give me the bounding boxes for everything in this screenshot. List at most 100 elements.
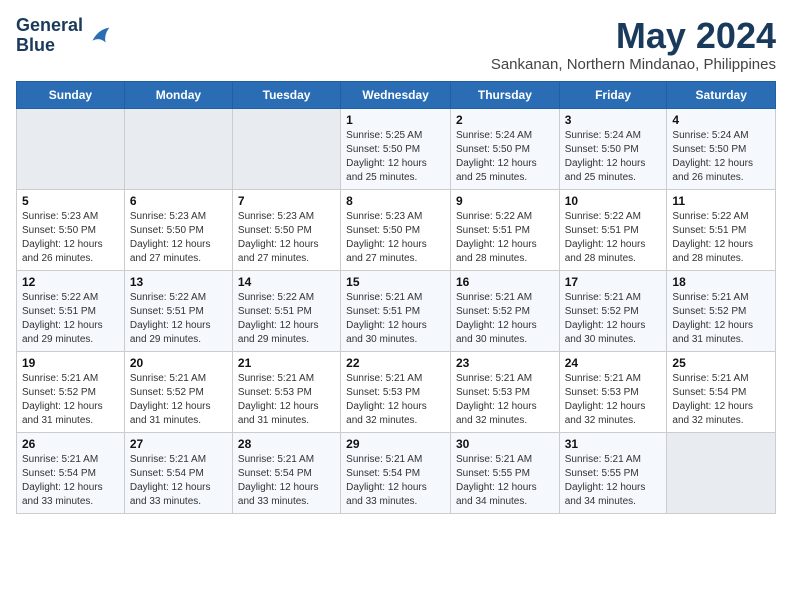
day-number: 14 — [238, 275, 335, 289]
logo: GeneralBlue — [16, 16, 113, 56]
week-row-3: 12 Sunrise: 5:22 AM Sunset: 5:51 PM Dayli… — [17, 270, 776, 351]
day-info: Sunrise: 5:21 AM Sunset: 5:53 PM Dayligh… — [565, 372, 662, 428]
calendar-cell: 11 Sunrise: 5:22 AM Sunset: 5:51 PM Dayli… — [667, 189, 776, 270]
day-number: 29 — [346, 437, 445, 451]
header-monday: Monday — [124, 81, 232, 108]
week-row-1: 1 Sunrise: 5:25 AM Sunset: 5:50 PM Daylig… — [17, 108, 776, 189]
calendar-cell — [667, 432, 776, 513]
calendar-cell: 1 Sunrise: 5:25 AM Sunset: 5:50 PM Daylig… — [341, 108, 451, 189]
week-row-5: 26 Sunrise: 5:21 AM Sunset: 5:54 PM Dayli… — [17, 432, 776, 513]
day-info: Sunrise: 5:22 AM Sunset: 5:51 PM Dayligh… — [672, 210, 770, 266]
day-info: Sunrise: 5:21 AM Sunset: 5:53 PM Dayligh… — [346, 372, 445, 428]
calendar-cell: 4 Sunrise: 5:24 AM Sunset: 5:50 PM Daylig… — [667, 108, 776, 189]
calendar-cell: 17 Sunrise: 5:21 AM Sunset: 5:52 PM Dayli… — [559, 270, 667, 351]
day-info: Sunrise: 5:21 AM Sunset: 5:54 PM Dayligh… — [238, 453, 335, 509]
day-number: 31 — [565, 437, 662, 451]
calendar-cell: 2 Sunrise: 5:24 AM Sunset: 5:50 PM Daylig… — [450, 108, 559, 189]
day-info: Sunrise: 5:24 AM Sunset: 5:50 PM Dayligh… — [456, 129, 554, 185]
day-number: 30 — [456, 437, 554, 451]
day-number: 13 — [130, 275, 227, 289]
day-info: Sunrise: 5:22 AM Sunset: 5:51 PM Dayligh… — [456, 210, 554, 266]
day-info: Sunrise: 5:21 AM Sunset: 5:52 PM Dayligh… — [130, 372, 227, 428]
calendar-cell: 22Sunrise: 5:21 AM Sunset: 5:53 PM Dayli… — [341, 351, 451, 432]
day-info: Sunrise: 5:23 AM Sunset: 5:50 PM Dayligh… — [346, 210, 445, 266]
day-info: Sunrise: 5:22 AM Sunset: 5:51 PM Dayligh… — [238, 291, 335, 347]
calendar-cell: 15Sunrise: 5:21 AM Sunset: 5:51 PM Dayli… — [341, 270, 451, 351]
calendar-cell: 31 Sunrise: 5:21 AM Sunset: 5:55 PM Dayli… — [559, 432, 667, 513]
calendar-cell: 10 Sunrise: 5:22 AM Sunset: 5:51 PM Dayli… — [559, 189, 667, 270]
day-info: Sunrise: 5:23 AM Sunset: 5:50 PM Dayligh… — [22, 210, 119, 266]
calendar-cell: 9 Sunrise: 5:22 AM Sunset: 5:51 PM Daylig… — [450, 189, 559, 270]
day-number: 17 — [565, 275, 662, 289]
day-number: 10 — [565, 194, 662, 208]
day-number: 24 — [565, 356, 662, 370]
calendar-cell: 6 Sunrise: 5:23 AM Sunset: 5:50 PM Daylig… — [124, 189, 232, 270]
logo-text: GeneralBlue — [16, 16, 83, 56]
calendar-cell: 13 Sunrise: 5:22 AM Sunset: 5:51 PM Dayli… — [124, 270, 232, 351]
calendar-cell — [17, 108, 125, 189]
calendar-cell: 29 Sunrise: 5:21 AM Sunset: 5:54 PM Dayli… — [341, 432, 451, 513]
week-row-4: 19 Sunrise: 5:21 AM Sunset: 5:52 PM Dayli… — [17, 351, 776, 432]
calendar-cell: 5 Sunrise: 5:23 AM Sunset: 5:50 PM Daylig… — [17, 189, 125, 270]
day-info: Sunrise: 5:21 AM Sunset: 5:53 PM Dayligh… — [238, 372, 335, 428]
header-tuesday: Tuesday — [232, 81, 340, 108]
calendar-cell: 28Sunrise: 5:21 AM Sunset: 5:54 PM Dayli… — [232, 432, 340, 513]
header-wednesday: Wednesday — [341, 81, 451, 108]
day-number: 15 — [346, 275, 445, 289]
calendar-cell — [232, 108, 340, 189]
day-info: Sunrise: 5:22 AM Sunset: 5:51 PM Dayligh… — [130, 291, 227, 347]
day-number: 26 — [22, 437, 119, 451]
day-info: Sunrise: 5:23 AM Sunset: 5:50 PM Dayligh… — [130, 210, 227, 266]
day-number: 25 — [672, 356, 770, 370]
logo-bird-icon — [85, 22, 113, 50]
header-thursday: Thursday — [450, 81, 559, 108]
location-subtitle: Sankanan, Northern Mindanao, Philippines — [491, 56, 776, 73]
day-number: 2 — [456, 113, 554, 127]
day-number: 5 — [22, 194, 119, 208]
calendar-cell: 8 Sunrise: 5:23 AM Sunset: 5:50 PM Daylig… — [341, 189, 451, 270]
day-info: Sunrise: 5:22 AM Sunset: 5:51 PM Dayligh… — [22, 291, 119, 347]
header-row: SundayMondayTuesdayWednesdayThursdayFrid… — [17, 81, 776, 108]
day-number: 8 — [346, 194, 445, 208]
day-info: Sunrise: 5:21 AM Sunset: 5:52 PM Dayligh… — [456, 291, 554, 347]
day-number: 19 — [22, 356, 119, 370]
title-block: May 2024 Sankanan, Northern Mindanao, Ph… — [491, 16, 776, 73]
header-sunday: Sunday — [17, 81, 125, 108]
day-info: Sunrise: 5:25 AM Sunset: 5:50 PM Dayligh… — [346, 129, 445, 185]
calendar-cell: 26 Sunrise: 5:21 AM Sunset: 5:54 PM Dayli… — [17, 432, 125, 513]
day-info: Sunrise: 5:21 AM Sunset: 5:54 PM Dayligh… — [672, 372, 770, 428]
day-number: 6 — [130, 194, 227, 208]
day-info: Sunrise: 5:21 AM Sunset: 5:55 PM Dayligh… — [456, 453, 554, 509]
day-number: 21 — [238, 356, 335, 370]
calendar-cell: 20 Sunrise: 5:21 AM Sunset: 5:52 PM Dayli… — [124, 351, 232, 432]
day-info: Sunrise: 5:21 AM Sunset: 5:54 PM Dayligh… — [130, 453, 227, 509]
calendar-cell: 18Sunrise: 5:21 AM Sunset: 5:52 PM Dayli… — [667, 270, 776, 351]
day-number: 3 — [565, 113, 662, 127]
day-number: 9 — [456, 194, 554, 208]
day-info: Sunrise: 5:21 AM Sunset: 5:55 PM Dayligh… — [565, 453, 662, 509]
header-friday: Friday — [559, 81, 667, 108]
day-number: 12 — [22, 275, 119, 289]
calendar-cell: 19 Sunrise: 5:21 AM Sunset: 5:52 PM Dayli… — [17, 351, 125, 432]
day-number: 20 — [130, 356, 227, 370]
day-info: Sunrise: 5:21 AM Sunset: 5:54 PM Dayligh… — [22, 453, 119, 509]
day-info: Sunrise: 5:21 AM Sunset: 5:52 PM Dayligh… — [565, 291, 662, 347]
day-number: 4 — [672, 113, 770, 127]
day-number: 7 — [238, 194, 335, 208]
day-info: Sunrise: 5:23 AM Sunset: 5:50 PM Dayligh… — [238, 210, 335, 266]
calendar-cell — [124, 108, 232, 189]
day-info: Sunrise: 5:24 AM Sunset: 5:50 PM Dayligh… — [672, 129, 770, 185]
calendar-cell: 7 Sunrise: 5:23 AM Sunset: 5:50 PM Daylig… — [232, 189, 340, 270]
day-number: 23 — [456, 356, 554, 370]
calendar-cell: 24 Sunrise: 5:21 AM Sunset: 5:53 PM Dayli… — [559, 351, 667, 432]
day-info: Sunrise: 5:22 AM Sunset: 5:51 PM Dayligh… — [565, 210, 662, 266]
day-info: Sunrise: 5:21 AM Sunset: 5:52 PM Dayligh… — [22, 372, 119, 428]
day-number: 1 — [346, 113, 445, 127]
page-header: GeneralBlue May 2024 Sankanan, Northern … — [16, 16, 776, 73]
week-row-2: 5 Sunrise: 5:23 AM Sunset: 5:50 PM Daylig… — [17, 189, 776, 270]
calendar-cell: 12 Sunrise: 5:22 AM Sunset: 5:51 PM Dayli… — [17, 270, 125, 351]
day-info: Sunrise: 5:21 AM Sunset: 5:54 PM Dayligh… — [346, 453, 445, 509]
calendar-cell: 30 Sunrise: 5:21 AM Sunset: 5:55 PM Dayli… — [450, 432, 559, 513]
day-number: 11 — [672, 194, 770, 208]
calendar-cell: 3Sunrise: 5:24 AM Sunset: 5:50 PM Daylig… — [559, 108, 667, 189]
